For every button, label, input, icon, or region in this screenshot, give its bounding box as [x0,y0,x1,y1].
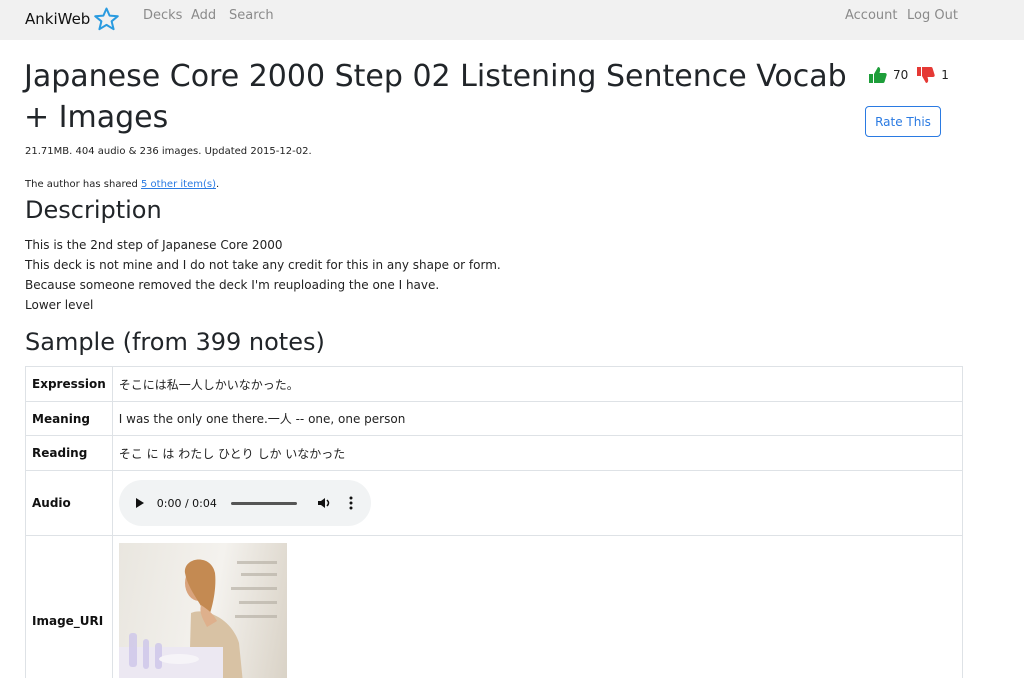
table-row: Image_URI [25,535,964,678]
field-name: Meaning [25,401,113,436]
nav-logout-link[interactable]: Log Out [907,8,958,23]
table-row: Meaning I was the only one there.一人 -- o… [25,401,964,436]
field-name: Reading [25,435,113,471]
nav-search-link[interactable]: Search [229,8,274,23]
shared-suffix: . [215,179,220,190]
field-name: Audio [25,470,113,536]
field-name: Expression [25,366,113,402]
sample-table: Expression そこには私一人しかいなかった。 Meaning I was… [25,366,964,678]
brand-name: AnkiWeb [25,10,91,28]
shared-items-text: The author has shared 5 other item(s). [25,179,219,190]
description-line: This deck is not mine and I do not take … [25,258,501,272]
brand-logo[interactable]: AnkiWeb [25,7,120,31]
star-icon [94,7,120,31]
nav-decks-link[interactable]: Decks [143,8,182,23]
field-value: そこ に は わたし ひとり しか いなかった [111,435,964,471]
sample-heading: Sample (from 399 notes) [25,328,325,356]
audio-progress-bar[interactable] [230,501,297,505]
table-row: Expression そこには私一人しかいなかった。 [25,366,964,402]
field-value: そこには私一人しかいなかった。 [111,366,964,402]
deck-title: Japanese Core 2000 Step 02 Listening Sen… [24,59,847,135]
dislikes-count: 1 [941,68,949,82]
sample-image [118,543,287,678]
other-items-link[interactable]: 5 other item(s) [141,179,216,190]
description-line: This is the 2nd step of Japanese Core 20… [25,238,283,252]
rate-this-button[interactable]: Rate This [865,106,941,137]
description-line: Lower level [25,298,94,312]
woman-photo-illustration [118,559,277,678]
more-options-icon[interactable] [349,496,353,510]
shared-prefix: The author has shared [25,179,142,190]
likes-count: 70 [893,68,909,82]
field-value [111,535,964,678]
thumbs-up-icon [869,67,887,83]
table-row: Audio 0:00 / 0:04 [25,470,964,536]
deck-meta: 21.71MB. 404 audio & 236 images. Updated… [25,146,312,157]
table-row: Reading そこ に は わたし ひとり しか いなかった [25,435,964,471]
audio-player[interactable]: 0:00 / 0:04 [118,480,371,526]
thumbs-down-icon [917,67,935,83]
nav-account-link[interactable]: Account [845,8,898,23]
description-heading: Description [25,196,162,224]
rating-summary: 70 1 [868,66,957,84]
field-value: I was the only one there.一人 -- one, one … [111,401,964,436]
play-icon[interactable] [135,497,145,509]
field-name: Image_URI [25,535,113,678]
audio-time: 0:00 / 0:04 [156,496,217,510]
description-line: Because someone removed the deck I'm reu… [25,278,440,292]
nav-add-link[interactable]: Add [191,8,216,23]
navbar: AnkiWeb Decks Add Search Account Log Out [0,0,1024,40]
volume-icon[interactable] [317,497,331,509]
description-body: This is the 2nd step of Japanese Core 20… [25,235,501,315]
field-value: 0:00 / 0:04 [111,470,964,536]
